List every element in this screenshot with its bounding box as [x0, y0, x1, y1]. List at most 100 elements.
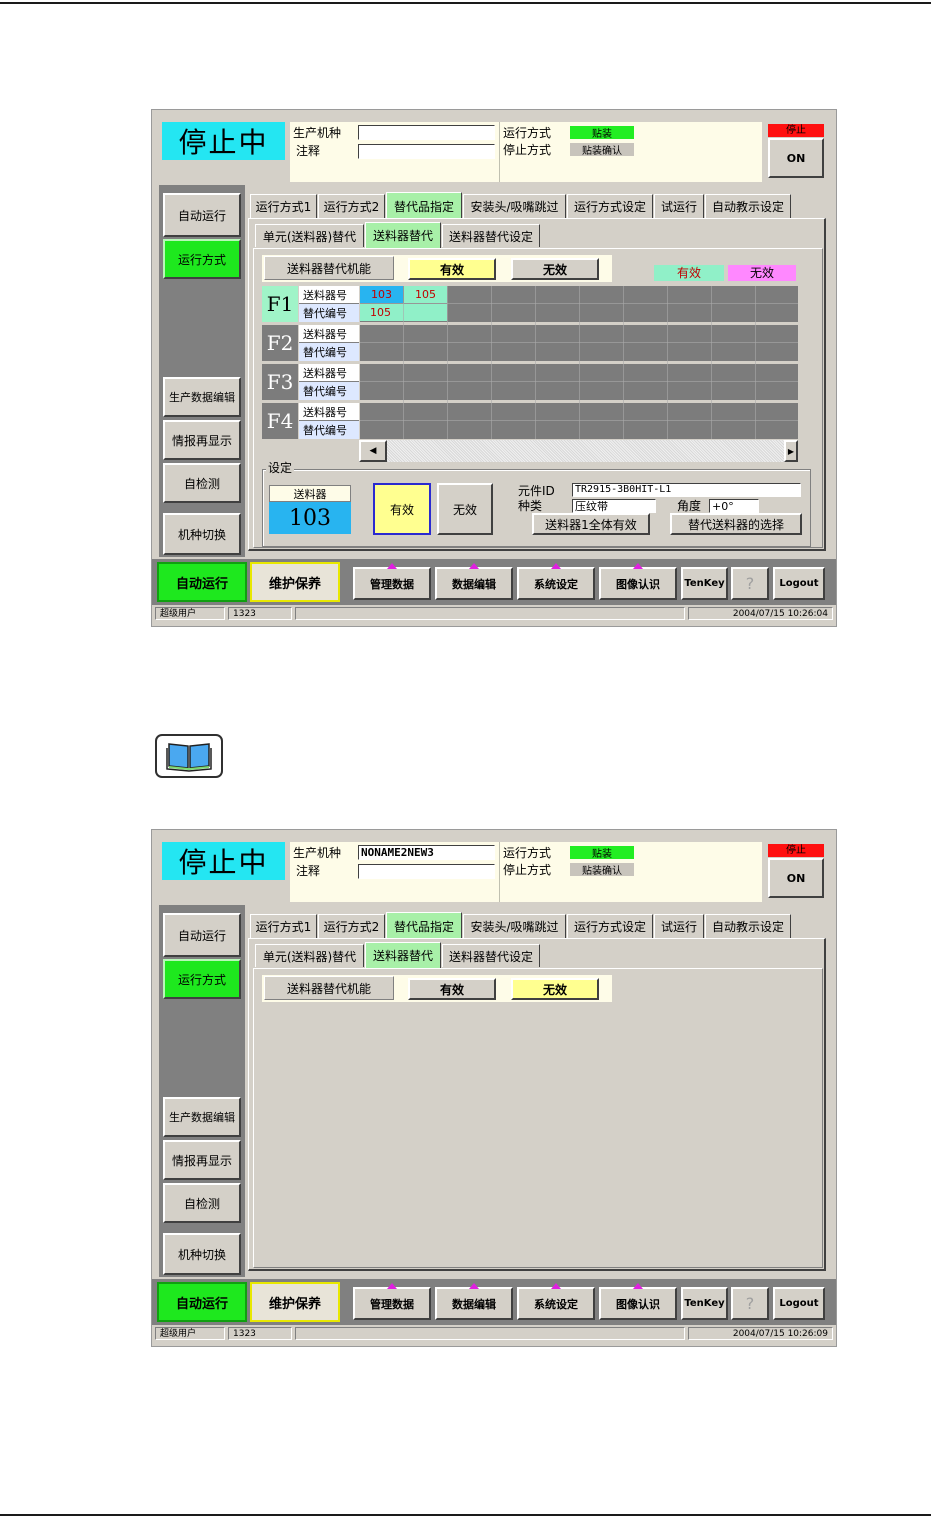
- side-nav: 自动运行 运行方式 生产数据编辑 情报再显示 自检测 机种切换: [159, 185, 245, 557]
- side-run-mode-button[interactable]: 运行方式: [163, 239, 241, 279]
- side-info-redisplay-button[interactable]: 情报再显示: [163, 420, 241, 460]
- main-tabs: 运行方式1 运行方式2 替代品指定 安装头/吸嘴跳过 运行方式设定 试运行 自动…: [248, 912, 828, 939]
- tab-trial-run[interactable]: 试运行: [654, 914, 704, 938]
- tab-trial-run[interactable]: 试运行: [654, 194, 704, 218]
- tab-auto-teach[interactable]: 自动教示设定: [705, 914, 791, 938]
- side-auto-run-button[interactable]: 自动运行: [163, 913, 241, 957]
- stop-mode-label: 停止方式: [503, 863, 552, 877]
- book-icon: [155, 734, 223, 778]
- model-field[interactable]: NONAME2NEW3: [358, 845, 495, 860]
- logout-button[interactable]: Logout: [773, 567, 825, 600]
- function-invalid-button[interactable]: 无效: [511, 978, 599, 1000]
- scroll-left-button[interactable]: ◀: [359, 440, 387, 462]
- tab-run-mode-1[interactable]: 运行方式1: [250, 194, 317, 218]
- on-button[interactable]: ON: [768, 858, 824, 898]
- indicator-triangle-icon: [633, 1283, 643, 1289]
- bottom-tenkey-button[interactable]: TenKey: [681, 1287, 728, 1320]
- feeder-cell[interactable]: 103: [360, 286, 403, 303]
- bottom-system-settings-button[interactable]: 系统设定: [517, 563, 595, 600]
- stop-mode-label: 停止方式: [503, 143, 552, 157]
- grid-scrollbar[interactable]: ◀ ▶: [359, 440, 798, 462]
- stop-indicator: 停止: [768, 124, 824, 137]
- select-substitute-feeder-button[interactable]: 替代送料器的选择: [670, 513, 802, 535]
- logout-button[interactable]: Logout: [773, 1287, 825, 1320]
- setting-valid-button[interactable]: 有效: [373, 483, 431, 535]
- bottom-management-data-button[interactable]: 管理数据: [353, 1283, 431, 1320]
- help-button[interactable]: ?: [731, 567, 769, 600]
- on-button[interactable]: ON: [768, 138, 824, 178]
- function-invalid-button[interactable]: 无效: [511, 258, 599, 280]
- model-label: 生产机种: [293, 126, 342, 140]
- subtab-unit-substitution[interactable]: 单元(送料器)替代: [255, 224, 364, 247]
- part-id-field[interactable]: TR2915-3B0HIT-L1: [572, 483, 801, 497]
- substitute-cell[interactable]: 105: [360, 304, 447, 321]
- subtab-feeder-substitution[interactable]: 送料器替代: [365, 942, 441, 968]
- angle-field: +0°: [709, 499, 759, 513]
- feeder-cells: [360, 364, 798, 400]
- bottom-management-data-button[interactable]: 管理数据: [353, 563, 431, 600]
- note-field[interactable]: [358, 864, 495, 879]
- header-divider: [499, 842, 500, 902]
- row-label-substitute-no: 替代编号: [299, 421, 359, 439]
- stop-panel: 停止 ON: [766, 122, 826, 182]
- bottom-button-label: 数据编辑: [452, 1297, 496, 1311]
- side-run-mode-button[interactable]: 运行方式: [163, 959, 241, 999]
- note-field[interactable]: [358, 144, 495, 159]
- bottom-auto-run-button[interactable]: 自动运行: [157, 562, 247, 602]
- feeder-cell[interactable]: 105: [404, 286, 447, 303]
- side-production-data-edit-button[interactable]: 生产数据编辑: [163, 377, 241, 417]
- status-code: 1323: [228, 607, 292, 620]
- bottom-data-edit-button[interactable]: 数据编辑: [435, 563, 513, 600]
- bottom-image-recognition-button[interactable]: 图像认识: [599, 1283, 677, 1320]
- subtab-unit-substitution[interactable]: 单元(送料器)替代: [255, 944, 364, 967]
- subtab-feeder-substitution-setting[interactable]: 送料器替代设定: [442, 944, 540, 967]
- page-top-rule: [0, 2, 931, 4]
- tab-head-nozzle-skip[interactable]: 安装头/吸嘴跳过: [463, 194, 566, 218]
- status-message: [295, 1327, 685, 1340]
- bottom-tenkey-button[interactable]: TenKey: [681, 567, 728, 600]
- tab-run-mode-1[interactable]: 运行方式1: [250, 914, 317, 938]
- bottom-system-settings-button[interactable]: 系统设定: [517, 1283, 595, 1320]
- side-model-switch-button[interactable]: 机种切换: [163, 1233, 241, 1275]
- feeder-cells: [360, 403, 798, 439]
- bottom-maintenance-button[interactable]: 维护保养: [250, 562, 340, 602]
- row-label-feeder-no: 送料器号: [299, 286, 359, 304]
- subtab-feeder-substitution-setting[interactable]: 送料器替代设定: [442, 224, 540, 247]
- legend-invalid: 无效: [728, 265, 796, 281]
- run-mode-badge: 贴装: [570, 126, 634, 140]
- bottom-maintenance-button[interactable]: 维护保养: [250, 1282, 340, 1322]
- tab-run-mode-setting[interactable]: 运行方式设定: [567, 914, 653, 938]
- function-label: 送料器替代机能: [264, 256, 394, 280]
- bottom-image-recognition-button[interactable]: 图像认识: [599, 563, 677, 600]
- side-self-test-button[interactable]: 自检测: [163, 1183, 241, 1223]
- bottom-data-edit-button[interactable]: 数据编辑: [435, 1283, 513, 1320]
- bottom-auto-run-button[interactable]: 自动运行: [157, 1282, 247, 1322]
- feeder-number-display[interactable]: 103: [269, 502, 351, 534]
- tab-run-mode-2[interactable]: 运行方式2: [318, 194, 385, 218]
- sub-pane: [253, 968, 823, 1268]
- feeder-all-valid-button[interactable]: 送料器1全体有效: [532, 513, 650, 535]
- legend-valid: 有效: [654, 265, 724, 281]
- indicator-triangle-icon: [387, 1283, 397, 1289]
- function-valid-button[interactable]: 有效: [408, 978, 496, 1000]
- tab-run-mode-2[interactable]: 运行方式2: [318, 914, 385, 938]
- function-valid-button[interactable]: 有效: [408, 258, 496, 280]
- tab-auto-teach[interactable]: 自动教示设定: [705, 194, 791, 218]
- tab-head-nozzle-skip[interactable]: 安装头/吸嘴跳过: [463, 914, 566, 938]
- tab-substitute[interactable]: 替代品指定: [386, 912, 462, 939]
- help-button[interactable]: ?: [731, 1287, 769, 1320]
- side-auto-run-button[interactable]: 自动运行: [163, 193, 241, 237]
- side-info-redisplay-button[interactable]: 情报再显示: [163, 1140, 241, 1180]
- setting-invalid-button[interactable]: 无效: [437, 483, 493, 535]
- subtab-feeder-substitution[interactable]: 送料器替代: [365, 222, 441, 248]
- tab-run-mode-setting[interactable]: 运行方式设定: [567, 194, 653, 218]
- bottom-button-label: 数据编辑: [452, 577, 496, 591]
- side-model-switch-button[interactable]: 机种切换: [163, 513, 241, 555]
- side-production-data-edit-button[interactable]: 生产数据编辑: [163, 1097, 241, 1137]
- scroll-right-button[interactable]: ▶: [784, 440, 798, 462]
- side-self-test-button[interactable]: 自检测: [163, 463, 241, 503]
- stop-mode-badge: 贴装确认: [570, 863, 634, 877]
- stop-indicator: 停止: [768, 844, 824, 857]
- model-field[interactable]: [358, 125, 495, 140]
- tab-substitute[interactable]: 替代品指定: [386, 192, 462, 219]
